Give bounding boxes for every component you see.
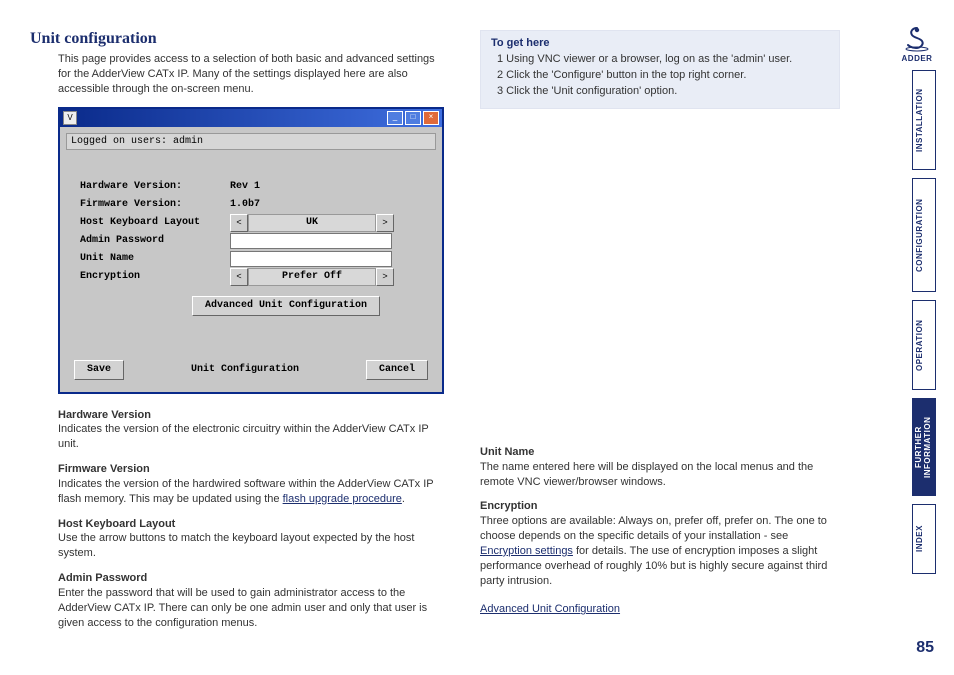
kb-desc-heading: Host Keyboard Layout <box>58 517 450 532</box>
admin-password-label: Admin Password <box>80 235 230 246</box>
fw-desc-text: Indicates the version of the hardwired s… <box>58 477 450 507</box>
to-get-here-box: To get here 1 Using VNC viewer or a brow… <box>480 30 840 109</box>
cancel-button[interactable]: Cancel <box>366 360 428 380</box>
hw-version-value: Rev 1 <box>230 181 260 192</box>
page-number: 85 <box>916 639 934 657</box>
advanced-unit-config-link[interactable]: Advanced Unit Configuration <box>480 602 620 617</box>
page-title: Unit configuration <box>30 30 450 48</box>
hw-version-label: Hardware Version: <box>80 181 230 192</box>
to-get-here-heading: To get here <box>491 37 829 49</box>
encryption-desc-heading: Encryption <box>480 499 840 514</box>
enc-next-button[interactable]: > <box>376 268 394 286</box>
fw-version-label: Firmware Version: <box>80 199 230 210</box>
nav-installation[interactable]: INSTALLATION <box>912 70 936 170</box>
step-3: 3 Click the 'Unit configuration' option. <box>497 84 829 100</box>
hw-desc-heading: Hardware Version <box>58 408 450 423</box>
brand-logo: ADDER <box>894 26 940 63</box>
encryption-value: Prefer Off <box>248 268 376 286</box>
window-footer-title: Unit Configuration <box>191 364 299 375</box>
nav-further-information[interactable]: FURTHERINFORMATION <box>912 398 936 496</box>
titlebar: V _ □ × <box>60 109 442 127</box>
step-1: 1 Using VNC viewer or a browser, log on … <box>497 52 829 68</box>
nav-index[interactable]: INDEX <box>912 504 936 574</box>
pw-desc-heading: Admin Password <box>58 571 450 586</box>
encryption-settings-link[interactable]: Encryption settings <box>480 545 573 557</box>
encryption-desc-text-1: Three options are available: Always on, … <box>480 515 827 542</box>
unit-name-label: Unit Name <box>80 253 230 264</box>
close-button[interactable]: × <box>423 111 439 125</box>
unit-name-desc-text: The name entered here will be displayed … <box>480 460 840 490</box>
intro-text: This page provides access to a selection… <box>58 52 450 97</box>
hw-desc-text: Indicates the version of the electronic … <box>58 422 450 452</box>
config-window: V _ □ × Logged on users: admin Hardware … <box>58 107 444 394</box>
nav-further-b: INFORMATION <box>923 416 932 477</box>
enc-prev-button[interactable]: < <box>230 268 248 286</box>
advanced-config-button[interactable]: Advanced Unit Configuration <box>192 296 380 316</box>
kb-desc-text: Use the arrow buttons to match the keybo… <box>58 531 450 561</box>
step-2: 2 Click the 'Configure' button in the to… <box>497 68 829 84</box>
kb-layout-value: UK <box>248 214 376 232</box>
nav-further-a: FURTHER <box>914 426 923 468</box>
kb-next-button[interactable]: > <box>376 214 394 232</box>
snake-icon <box>902 26 932 52</box>
nav-operation[interactable]: OPERATION <box>912 300 936 390</box>
window-icon: V <box>63 111 77 125</box>
unit-name-desc-heading: Unit Name <box>480 445 840 460</box>
encryption-label: Encryption <box>80 271 230 282</box>
kb-layout-label: Host Keyboard Layout <box>80 217 230 228</box>
nav-configuration[interactable]: CONFIGURATION <box>912 178 936 292</box>
fw-desc-heading: Firmware Version <box>58 462 450 477</box>
admin-password-input[interactable] <box>230 233 392 249</box>
brand-text: ADDER <box>894 54 940 63</box>
save-button[interactable]: Save <box>74 360 124 380</box>
maximize-button[interactable]: □ <box>405 111 421 125</box>
pw-desc-text: Enter the password that will be used to … <box>58 586 450 631</box>
kb-prev-button[interactable]: < <box>230 214 248 232</box>
fw-version-value: 1.0b7 <box>230 199 260 210</box>
side-nav: INSTALLATION CONFIGURATION OPERATION FUR… <box>912 70 936 574</box>
unit-name-input[interactable] <box>230 251 392 267</box>
minimize-button[interactable]: _ <box>387 111 403 125</box>
fw-desc-text-2: . <box>402 493 405 505</box>
status-line: Logged on users: admin <box>66 133 436 150</box>
encryption-desc-text: Three options are available: Always on, … <box>480 514 840 588</box>
flash-upgrade-link[interactable]: flash upgrade procedure <box>283 493 402 505</box>
